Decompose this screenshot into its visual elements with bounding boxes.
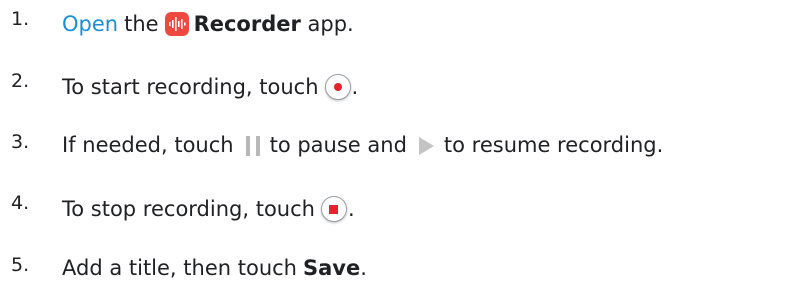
step-text: Open the Recorder app. <box>62 12 354 36</box>
step-text-segment: To start recording, touch <box>62 74 319 99</box>
step-text: To start recording, touch . <box>62 74 358 100</box>
step-text-segment: the <box>124 11 159 36</box>
step-number: 5. <box>11 254 30 276</box>
step-text: If needed, touch to pause and to resume … <box>62 135 663 156</box>
step-3: 3. If needed, touch to pause and to resu… <box>0 129 797 169</box>
recorder-app-icon <box>164 12 189 36</box>
step-text-segment: To stop recording, touch <box>62 196 315 221</box>
step-2: 2. To start recording, touch . <box>0 68 797 108</box>
step-4: 4. To stop recording, touch . <box>0 190 797 230</box>
open-link[interactable]: Open <box>62 13 118 35</box>
step-text-segment: . <box>347 196 355 221</box>
step-text-segment: to pause and <box>269 133 407 157</box>
step-number: 2. <box>11 70 30 92</box>
step-text-segment: app. <box>300 11 354 36</box>
step-1: 1. Open the Recorder app. <box>0 6 797 46</box>
step-text-segment: If needed, touch <box>62 133 234 157</box>
save-label: Save <box>302 256 361 280</box>
stop-button-icon <box>320 196 347 222</box>
step-text-segment: Add a title, then touch <box>62 256 297 280</box>
step-text: Add a title, then touch Save . <box>62 258 367 279</box>
step-text-segment: to resume recording. <box>443 133 664 157</box>
step-number: 1. <box>11 8 30 30</box>
app-name: Recorder <box>193 11 301 36</box>
step-number: 3. <box>11 131 30 153</box>
play-icon <box>418 136 434 155</box>
record-button-icon <box>324 74 351 100</box>
step-text-segment: . <box>351 74 359 99</box>
pause-icon <box>245 135 260 156</box>
step-text: To stop recording, touch . <box>62 196 355 222</box>
step-text-segment: . <box>360 256 367 280</box>
step-5: 5. Add a title, then touch Save . <box>0 252 797 292</box>
step-number: 4. <box>11 192 30 214</box>
